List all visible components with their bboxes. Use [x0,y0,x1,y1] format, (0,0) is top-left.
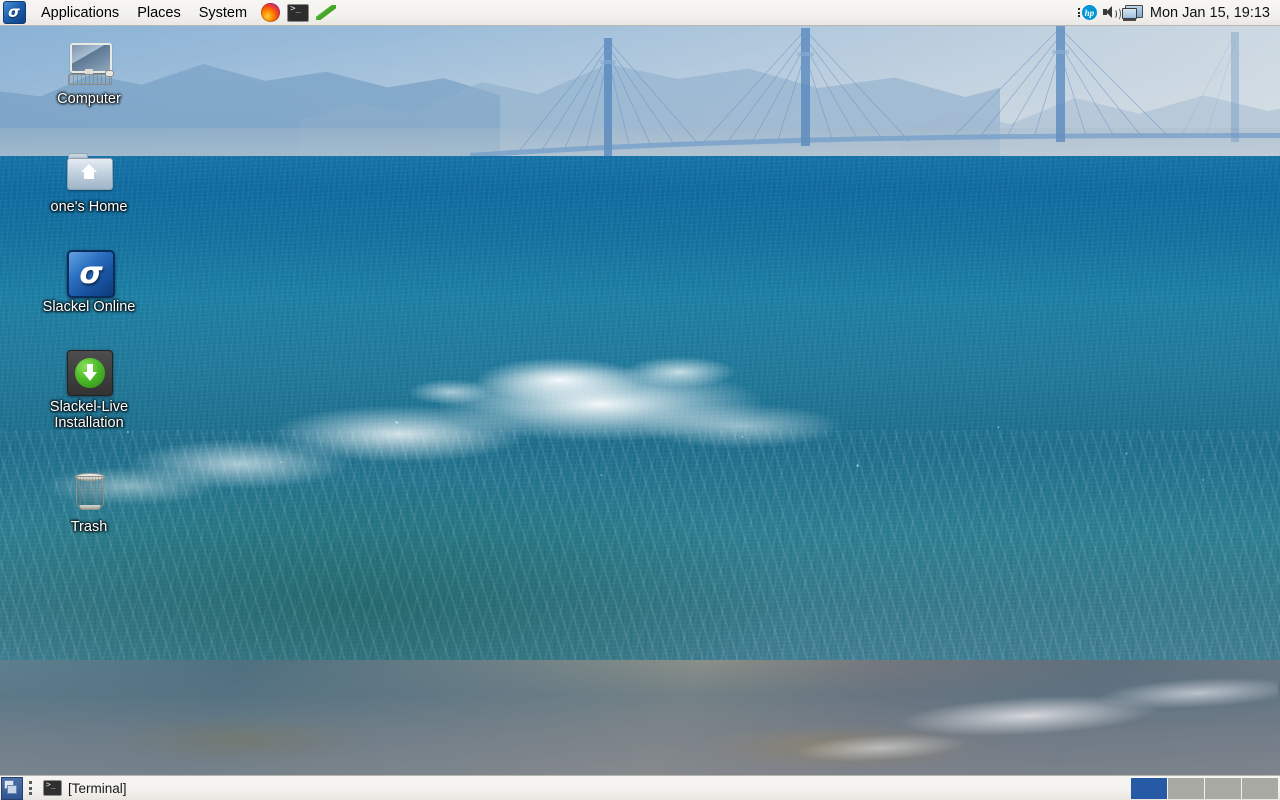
top-panel: σ Applications Places System hp [0,0,1280,26]
desktop-screen: σ Applications Places System hp [0,0,1280,800]
leafpad-icon [316,5,337,20]
menu-places[interactable]: Places [128,2,190,24]
desktop-icon-trash[interactable]: Trash [30,468,148,536]
installer-icon [65,348,113,396]
speaker-icon[interactable] [1102,5,1121,21]
bottom-panel: [Terminal] [0,775,1280,800]
menu-system[interactable]: System [190,2,256,24]
panel-grip-handle[interactable] [26,778,35,799]
text-editor-launcher[interactable] [314,2,338,24]
desktop-icon-label: Computer [57,91,121,107]
desktop-icon-label: one's Home [50,199,128,215]
wallpaper-bridge [470,26,1280,158]
hp-logo-text: hp [1081,5,1097,20]
hp-logo-icon[interactable]: hp [1077,4,1098,21]
desktop-icon-label: Trash [70,519,108,535]
wallpaper-sparkles [0,396,1280,516]
desktop-icon-home[interactable]: one's Home [30,148,148,216]
monitor-icon[interactable] [1121,4,1143,21]
terminal-icon [43,780,62,796]
desktop-icon-label: Slackel Online [42,299,136,315]
home-folder-icon [65,148,113,196]
terminal-icon [287,3,310,22]
workspace-3[interactable] [1205,777,1242,799]
wallpaper-sand [60,700,440,780]
workspace-2[interactable] [1168,777,1205,799]
terminal-launcher[interactable] [286,2,310,24]
show-desktop-button[interactable] [1,776,23,800]
workspace-4[interactable] [1242,777,1278,799]
top-panel-left: σ Applications Places System [0,0,340,26]
slackel-logo-icon[interactable]: σ [2,1,26,25]
slackel-logo-glyph: σ [2,1,26,24]
top-panel-tray: hp Mon Jan 15, 19:13 [1077,4,1280,21]
workspace-1[interactable] [1131,777,1168,799]
computer-icon [65,40,114,88]
task-button-label: [Terminal] [68,780,127,796]
trash-icon [65,468,113,516]
menu-applications[interactable]: Applications [32,2,128,24]
slackel-online-icon: σ [65,248,115,298]
desktop-icon-slackel-online[interactable]: σ Slackel Online [30,248,148,316]
firefox-icon [260,3,280,22]
firefox-launcher[interactable] [258,2,282,24]
desktop-wallpaper [0,0,1280,800]
clock[interactable]: Mon Jan 15, 19:13 [1146,5,1272,21]
desktop-icon-label: Slackel-Live Installation [49,399,129,431]
desktop-icon-computer[interactable]: Computer [30,40,148,108]
desktop-icon-slackel-live-installation[interactable]: Slackel-Live Installation [30,348,148,431]
workspace-switcher [1131,777,1278,799]
task-button-terminal[interactable]: [Terminal] [38,777,136,800]
